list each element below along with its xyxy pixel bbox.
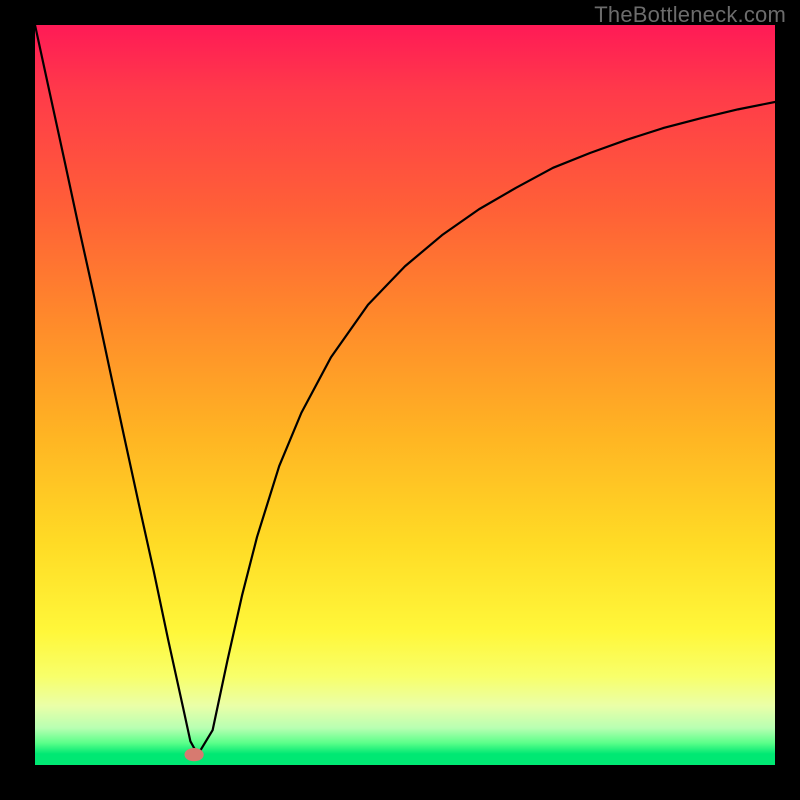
bottleneck-curve (35, 25, 775, 755)
chart-frame: TheBottleneck.com (0, 0, 800, 800)
watermark-text: TheBottleneck.com (594, 2, 786, 28)
optimal-point-marker (184, 748, 203, 761)
chart-svg (35, 25, 775, 765)
